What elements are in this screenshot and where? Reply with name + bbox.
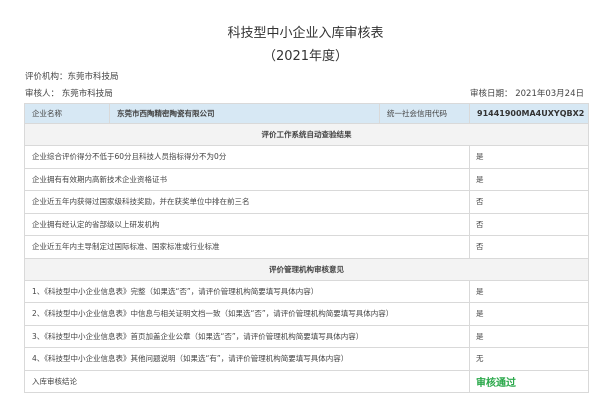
table-row: 企业拥有有效期内高新技术企业资格证书 是 [24, 167, 589, 191]
check-item: 企业近五年内主导制定过国际标准、国家标准或行业标准 [24, 235, 470, 259]
check-item: 企业近五年内获得过国家级科技奖励，并在获奖单位中排在前三名 [24, 190, 470, 214]
table-row: 企业拥有经认定的省部级以上研发机构 否 [24, 212, 589, 236]
opinion-item: 4、《科技型中小企业信息表》其他问题说明（如果选“有”，请评价管理机构简要填写具… [24, 347, 470, 371]
table-row: 1、《科技型中小企业信息表》完整（如果选“否”，请评价管理机构简要填写具体内容）… [24, 279, 589, 303]
conclusion-row: 入库审核结论 审核通过 [24, 369, 589, 393]
review-date: 审核日期： 2021年03月24日 [470, 89, 584, 99]
opinion-value: 是 [469, 302, 589, 326]
credit-code-value: 91441900MA4UXYQBX2 [469, 103, 589, 124]
opinion-value: 是 [469, 279, 589, 303]
review-table: 企业名称 东莞市西陶精密陶瓷有限公司 统一社会信用代码 91441900MA4U… [24, 103, 589, 393]
page-title: 科技型中小企业入库审核表 [227, 26, 384, 41]
reviewer: 审核人： 东莞市科技局 [25, 89, 113, 99]
check-value: 是 [469, 145, 589, 169]
company-row: 企业名称 东莞市西陶精密陶瓷有限公司 统一社会信用代码 91441900MA4U… [24, 103, 589, 124]
evaluation-org: 评价机构：东莞市科技局 [25, 72, 119, 82]
check-item: 企业拥有有效期内高新技术企业资格证书 [24, 167, 470, 191]
check-item: 企业综合评价得分不低于60分且科技人员指标得分不为0分 [24, 145, 470, 169]
table-row: 企业近五年内获得过国家级科技奖励，并在获奖单位中排在前三名 否 [24, 190, 589, 214]
table-row: 企业综合评价得分不低于60分且科技人员指标得分不为0分 是 [24, 145, 589, 169]
table-row: 4、《科技型中小企业信息表》其他问题说明（如果选“有”，请评价管理机构简要填写具… [24, 347, 589, 371]
table-row: 3、《科技型中小企业信息表》首页加盖企业公章（如果选“否”，请评价管理机构简要填… [24, 324, 589, 348]
opinion-value: 是 [469, 324, 589, 348]
section-review-opinion-title: 评价管理机构审核意见 [24, 257, 589, 281]
section-auto-check-title: 评价工作系统自动查验结果 [24, 123, 589, 146]
opinion-item: 2、《科技型中小企业信息表》中信息与相关证明文档一致（如果选“否”，请评价管理机… [24, 302, 470, 326]
check-item: 企业拥有经认定的省部级以上研发机构 [24, 212, 470, 236]
company-name-value: 东莞市西陶精密陶瓷有限公司 [109, 103, 380, 124]
credit-code-label: 统一社会信用代码 [379, 103, 470, 124]
check-value: 否 [469, 190, 589, 214]
opinion-item: 1、《科技型中小企业信息表》完整（如果选“否”，请评价管理机构简要填写具体内容） [24, 279, 470, 303]
opinion-value: 无 [469, 347, 589, 371]
company-name-label: 企业名称 [24, 103, 110, 124]
check-value: 否 [469, 212, 589, 236]
check-value: 是 [469, 167, 589, 191]
table-row: 2、《科技型中小企业信息表》中信息与相关证明文档一致（如果选“否”，请评价管理机… [24, 302, 589, 326]
opinion-item: 3、《科技型中小企业信息表》首页加盖企业公章（如果选“否”，请评价管理机构简要填… [24, 324, 470, 348]
check-value: 否 [469, 235, 589, 259]
conclusion-status: 审核通过 [476, 377, 516, 389]
conclusion-label: 入库审核结论 [24, 369, 470, 393]
section-header: 评价管理机构审核意见 [24, 257, 589, 281]
page-subtitle: （2021年度） [262, 49, 349, 64]
table-row: 企业近五年内主导制定过国际标准、国家标准或行业标准 否 [24, 235, 589, 259]
section-header: 评价工作系统自动查验结果 [24, 123, 589, 146]
